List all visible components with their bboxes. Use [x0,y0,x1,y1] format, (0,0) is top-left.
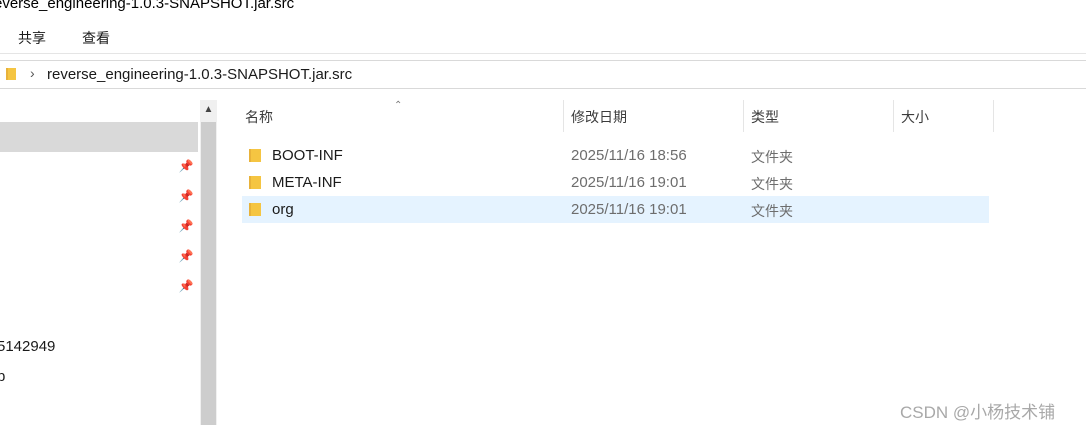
file-modified: 2025/11/16 19:01 [571,201,687,218]
folder-icon [249,149,261,162]
column-header-size[interactable]: 大小 [901,100,929,132]
column-divider[interactable] [563,100,564,132]
nav-item[interactable]: p [0,368,5,385]
pin-icon[interactable]: 📌 [178,248,194,264]
chevron-right-icon[interactable]: › [30,65,35,81]
window-title: everse_engineering-1.0.3-SNAPSHOT.jar.sr… [0,0,295,12]
column-header-name[interactable]: 名称 [245,100,273,132]
tab-share[interactable]: 共享 [18,29,46,47]
watermark: CSDN @小杨技术铺 [900,403,1056,422]
folder-icon [249,176,261,189]
column-divider[interactable] [893,100,894,132]
scrollbar-thumb[interactable] [201,122,216,425]
ribbon-divider [0,53,1086,54]
column-header-type[interactable]: 类型 [751,100,779,132]
sort-ascending-icon: ⌃ [394,100,403,111]
nav-scrollbar[interactable]: ▲ [200,100,217,425]
pin-icon[interactable]: 📌 [178,218,194,234]
address-path[interactable]: reverse_engineering-1.0.3-SNAPSHOT.jar.s… [47,66,352,83]
file-name: BOOT-INF [272,147,343,164]
file-type: 文件夹 [751,176,793,192]
file-row-selected[interactable]: org 2025/11/16 19:01 文件夹 [242,196,989,223]
file-list: ⌃ 名称 修改日期 类型 大小 BOOT-INF 2025/11/16 18:5… [218,100,1086,425]
folder-icon [6,68,16,80]
file-modified: 2025/11/16 19:01 [571,174,687,191]
column-header-modified[interactable]: 修改日期 [571,100,627,132]
ribbon-tabs: 共享 查看 [0,22,1086,53]
pin-icon[interactable]: 📌 [178,188,194,204]
column-divider[interactable] [993,100,994,132]
file-row[interactable]: BOOT-INF 2025/11/16 18:56 文件夹 [242,142,989,169]
address-bar[interactable]: › reverse_engineering-1.0.3-SNAPSHOT.jar… [0,60,1086,89]
nav-selected-item[interactable] [0,122,198,152]
file-name: META-INF [272,174,342,191]
pin-icon[interactable]: 📌 [178,158,194,174]
column-divider[interactable] [743,100,744,132]
pin-icon[interactable]: 📌 [178,278,194,294]
nav-item[interactable]: 5142949 [0,338,55,355]
tab-view[interactable]: 查看 [82,29,110,47]
window-title-bar: everse_engineering-1.0.3-SNAPSHOT.jar.sr… [0,0,1086,22]
folder-icon [249,203,261,216]
navigation-pane: 📌 📌 📌 📌 📌 5142949 p ▲ [0,100,218,425]
file-type: 文件夹 [751,149,793,165]
file-name: org [272,201,294,218]
scroll-up-arrow-icon[interactable]: ▲ [200,102,217,118]
file-modified: 2025/11/16 18:56 [571,147,687,164]
file-row[interactable]: META-INF 2025/11/16 19:01 文件夹 [242,169,989,196]
file-type: 文件夹 [751,203,793,219]
